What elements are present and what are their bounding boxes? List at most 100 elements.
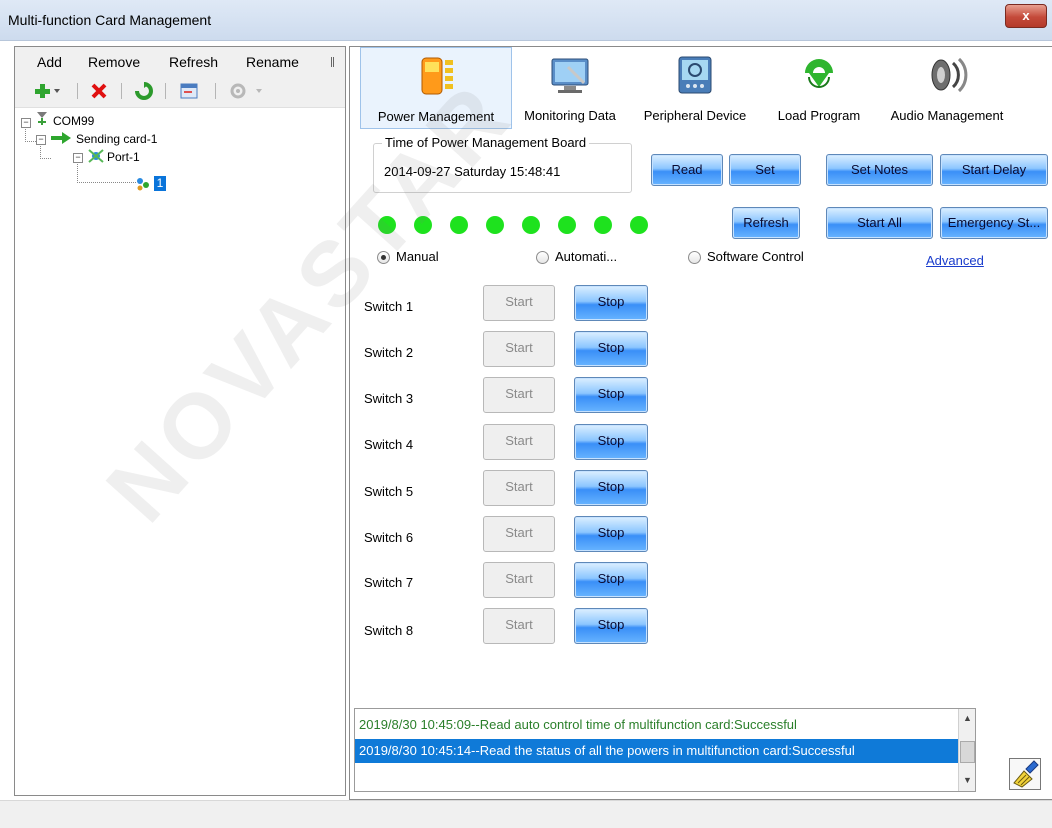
board-time-legend: Time of Power Management Board bbox=[382, 135, 590, 150]
clear-log-button[interactable] bbox=[1009, 758, 1041, 790]
advanced-link[interactable]: Advanced bbox=[926, 253, 984, 268]
scroll-thumb[interactable] bbox=[960, 741, 975, 763]
board-time-value: 2014-09-27 Saturday 15:48:41 bbox=[384, 164, 561, 179]
scroll-up-icon[interactable]: ▲ bbox=[963, 713, 972, 723]
switch-8-start-button[interactable]: Start bbox=[483, 608, 555, 644]
device-icon bbox=[678, 56, 712, 94]
refresh-icon[interactable] bbox=[135, 82, 153, 100]
toolbar-separator bbox=[165, 83, 166, 99]
add-icon[interactable] bbox=[35, 83, 61, 99]
switch-5-start-button[interactable]: Start bbox=[483, 470, 555, 506]
operation-log[interactable]: 2019/8/30 10:45:09--Read auto control ti… bbox=[354, 708, 976, 792]
properties-icon[interactable] bbox=[180, 83, 198, 99]
delete-icon[interactable] bbox=[91, 83, 107, 99]
log-entry[interactable]: 2019/8/30 10:45:09--Read auto control ti… bbox=[355, 713, 962, 737]
switch-2-start-button[interactable]: Start bbox=[483, 331, 555, 367]
switch-4-start-button[interactable]: Start bbox=[483, 424, 555, 460]
emergency-stop-button[interactable]: Emergency St... bbox=[940, 207, 1048, 239]
start-delay-button[interactable]: Start Delay bbox=[940, 154, 1048, 186]
software-control-radio-label[interactable]: Software Control bbox=[707, 249, 804, 264]
tab-label: Monitoring Data bbox=[524, 108, 616, 123]
switch-label: Switch 5 bbox=[364, 484, 414, 499]
power-status-led bbox=[414, 216, 432, 234]
tab-label: Load Program bbox=[777, 108, 861, 123]
automatic-radio[interactable] bbox=[536, 251, 549, 264]
settings-icon[interactable] bbox=[230, 83, 266, 99]
scroll-down-icon[interactable]: ▼ bbox=[963, 775, 972, 785]
monitor-icon bbox=[551, 58, 589, 93]
sending-card-arrow-icon bbox=[51, 132, 71, 144]
main-panel: Power Management Monitoring Data Periphe… bbox=[349, 46, 1052, 800]
close-button[interactable]: x bbox=[1005, 4, 1047, 28]
tree-menu-bar: Add Remove Refresh Rename bbox=[15, 47, 345, 75]
tab-monitoring-data[interactable]: Monitoring Data bbox=[512, 47, 628, 127]
tree-connector bbox=[40, 144, 51, 159]
download-arrow-icon bbox=[805, 59, 833, 88]
switch-label: Switch 6 bbox=[364, 530, 414, 545]
switch-label: Switch 1 bbox=[364, 299, 414, 314]
toolbar-separator bbox=[215, 83, 216, 99]
tab-load-program[interactable]: Load Program bbox=[765, 47, 873, 127]
tab-peripheral-device[interactable]: Peripheral Device bbox=[630, 47, 760, 127]
battery-icon bbox=[421, 57, 453, 95]
set-notes-button[interactable]: Set Notes bbox=[826, 154, 933, 186]
menu-refresh[interactable]: Refresh bbox=[169, 54, 218, 70]
software-control-radio[interactable] bbox=[688, 251, 701, 264]
read-button[interactable]: Read bbox=[651, 154, 723, 186]
menu-rename[interactable]: Rename bbox=[246, 54, 299, 70]
speaker-icon bbox=[931, 57, 968, 93]
switch-6-start-button[interactable]: Start bbox=[483, 516, 555, 552]
tree-node-sending-card[interactable]: Sending card-1 bbox=[76, 132, 157, 146]
power-status-led bbox=[522, 216, 540, 234]
tree-node-root[interactable]: COM99 bbox=[53, 114, 94, 128]
status-bar bbox=[0, 800, 1052, 828]
broom-icon bbox=[1013, 760, 1039, 788]
multifunction-card-icon bbox=[137, 178, 149, 191]
manual-radio-label[interactable]: Manual bbox=[396, 249, 439, 264]
switch-5-stop-button[interactable]: Stop bbox=[574, 470, 648, 506]
switch-8-stop-button[interactable]: Stop bbox=[574, 608, 648, 644]
log-entry-selected[interactable]: 2019/8/30 10:45:14--Read the status of a… bbox=[355, 739, 962, 763]
menu-remove[interactable]: Remove bbox=[88, 54, 140, 70]
switch-6-stop-button[interactable]: Stop bbox=[574, 516, 648, 552]
tree-connector bbox=[77, 162, 136, 183]
switch-7-stop-button[interactable]: Stop bbox=[574, 562, 648, 598]
tree-connector bbox=[25, 127, 36, 142]
start-all-button[interactable]: Start All bbox=[826, 207, 933, 239]
tree-node-card[interactable]: 1 bbox=[154, 176, 166, 191]
manual-radio[interactable] bbox=[377, 251, 390, 264]
automatic-radio-label[interactable]: Automati... bbox=[555, 249, 617, 264]
log-scrollbar[interactable]: ▲ ▼ bbox=[958, 709, 975, 791]
power-status-led bbox=[630, 216, 648, 234]
menu-overflow-icon[interactable] bbox=[331, 57, 340, 67]
device-tree-panel: Add Remove Refresh Rename − COM99 − Send… bbox=[14, 46, 346, 796]
set-button[interactable]: Set bbox=[729, 154, 801, 186]
switch-3-stop-button[interactable]: Stop bbox=[574, 377, 648, 413]
switch-label: Switch 8 bbox=[364, 623, 414, 638]
toolbar-separator bbox=[77, 83, 78, 99]
board-time-group: Time of Power Management Board 2014-09-2… bbox=[373, 135, 632, 193]
tab-power-management[interactable]: Power Management bbox=[360, 47, 512, 129]
tab-audio-management[interactable]: Audio Management bbox=[877, 47, 1017, 127]
toolbar-separator bbox=[121, 83, 122, 99]
tab-label: Power Management bbox=[377, 109, 495, 124]
power-status-led bbox=[450, 216, 468, 234]
switch-label: Switch 4 bbox=[364, 437, 414, 452]
power-status-led bbox=[558, 216, 576, 234]
serial-port-icon bbox=[37, 112, 47, 125]
power-status-led bbox=[486, 216, 504, 234]
refresh-button[interactable]: Refresh bbox=[732, 207, 800, 239]
menu-add[interactable]: Add bbox=[37, 54, 62, 70]
title-bar: Multi-function Card Management x bbox=[0, 0, 1052, 41]
power-status-led bbox=[378, 216, 396, 234]
power-status-led bbox=[594, 216, 612, 234]
switch-1-start-button[interactable]: Start bbox=[483, 285, 555, 321]
window-title: Multi-function Card Management bbox=[8, 12, 212, 28]
switch-3-start-button[interactable]: Start bbox=[483, 377, 555, 413]
switch-7-start-button[interactable]: Start bbox=[483, 562, 555, 598]
switch-4-stop-button[interactable]: Stop bbox=[574, 424, 648, 460]
switch-label: Switch 7 bbox=[364, 575, 414, 590]
switch-2-stop-button[interactable]: Stop bbox=[574, 331, 648, 367]
switch-1-stop-button[interactable]: Stop bbox=[574, 285, 648, 321]
switch-label: Switch 2 bbox=[364, 345, 414, 360]
